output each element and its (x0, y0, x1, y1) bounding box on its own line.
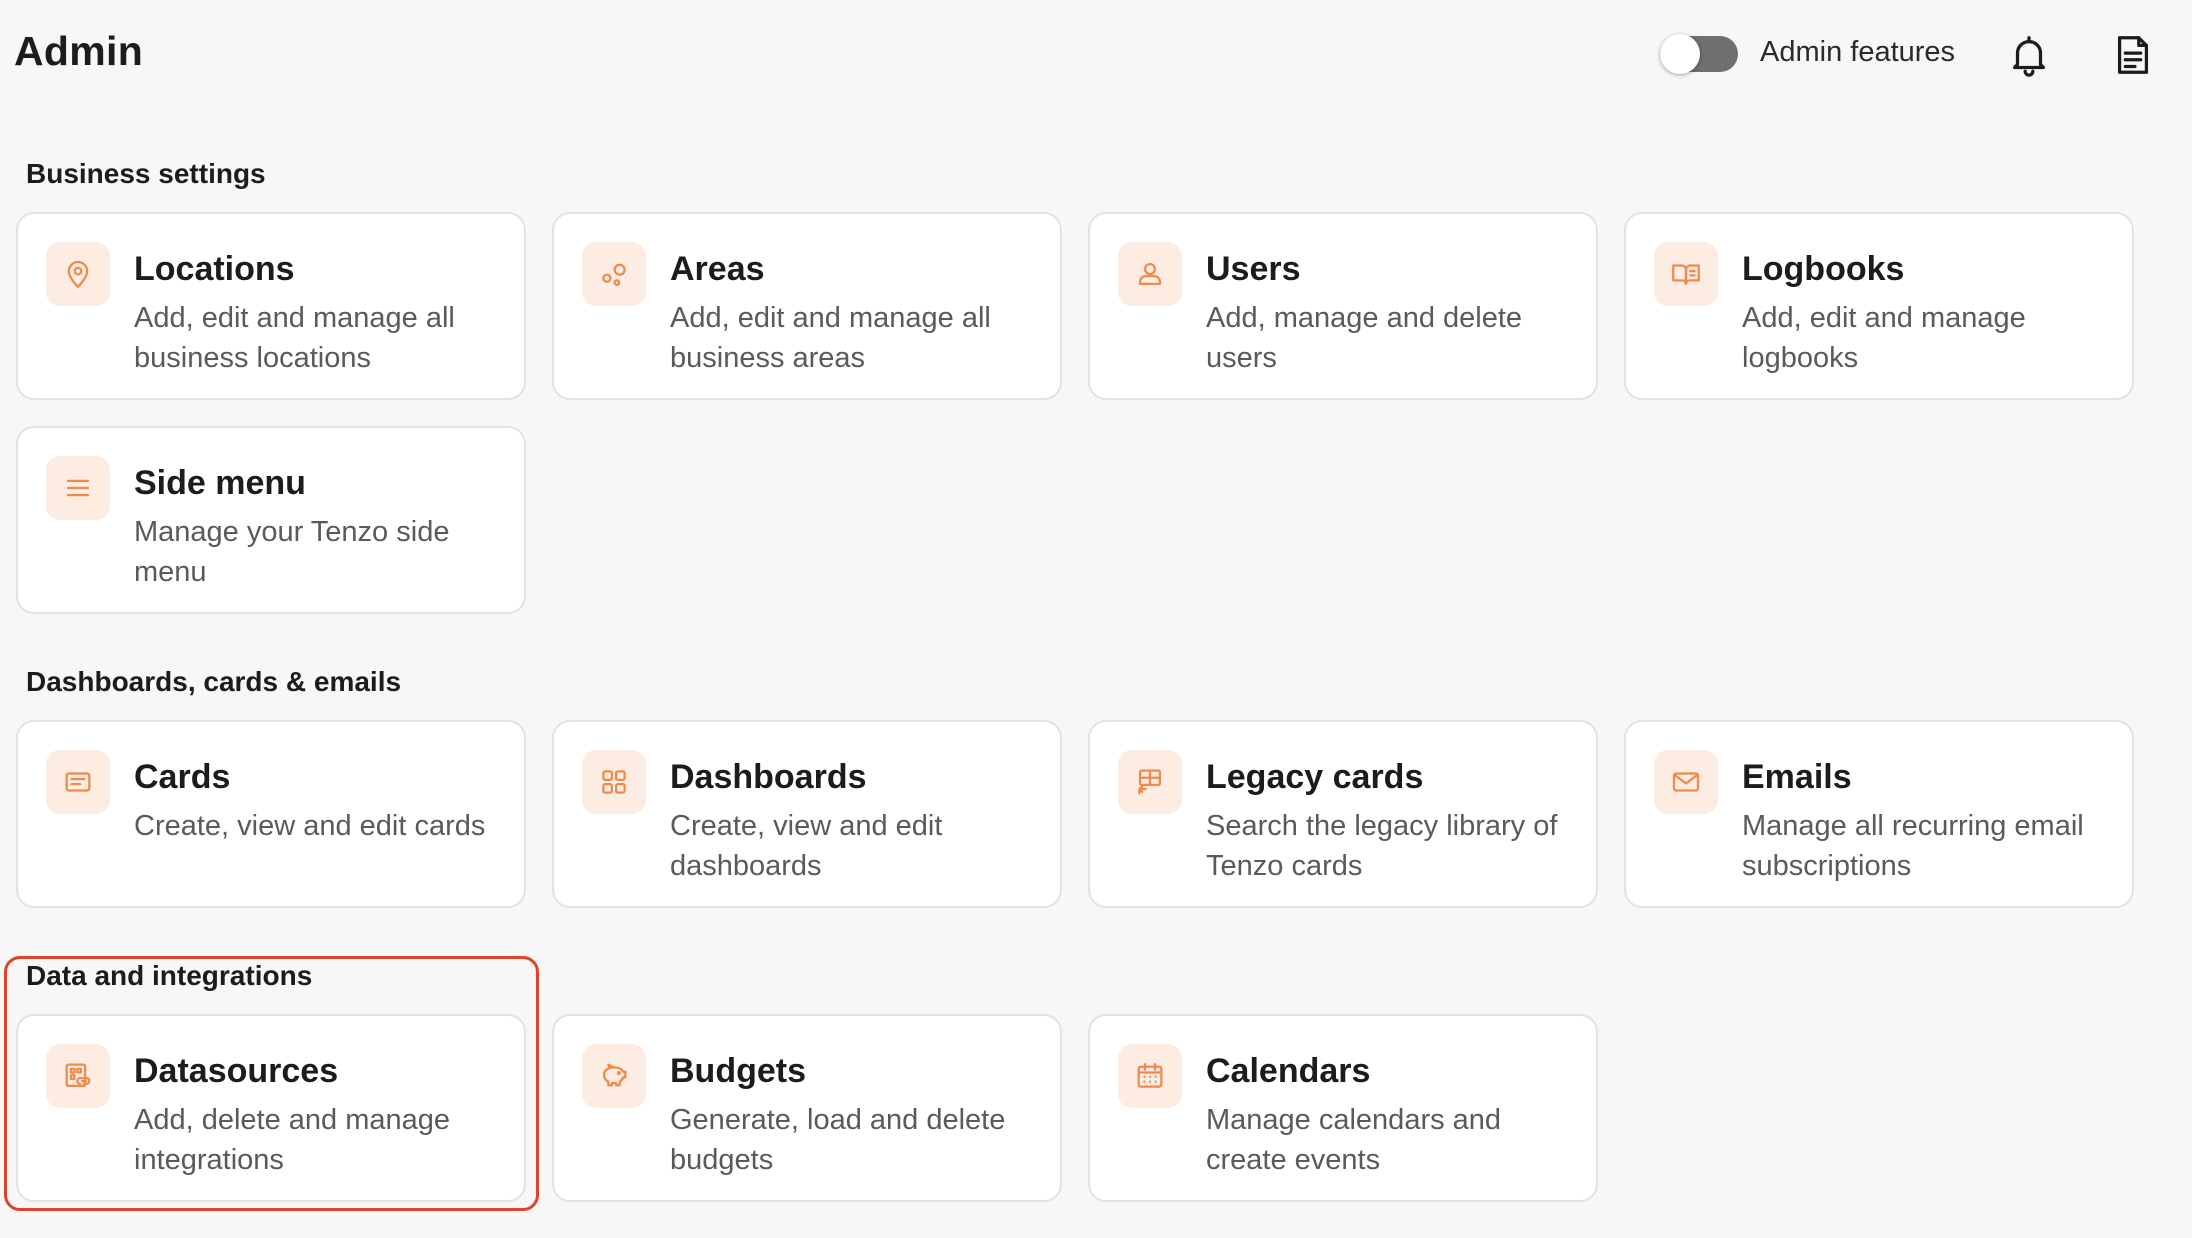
card-logbooks[interactable]: Logbooks Add, edit and manage logbooks (1624, 212, 2134, 400)
card-legacy-cards[interactable]: Legacy cards Search the legacy library o… (1088, 720, 1598, 908)
user-icon (1118, 242, 1182, 306)
card-users[interactable]: Users Add, manage and delete users (1088, 212, 1598, 400)
card-calendars[interactable]: Calendars Manage calendars and create ev… (1088, 1014, 1598, 1202)
card-description: Create, view and edit dashboards (670, 810, 943, 882)
card-dashboards[interactable]: Dashboards Create, view and edit dashboa… (552, 720, 1062, 908)
card-icon (46, 750, 110, 814)
card-title: Cards (134, 758, 231, 796)
card-cards[interactable]: Cards Create, view and edit cards (16, 720, 526, 908)
card-areas[interactable]: Areas Add, edit and manage all business … (552, 212, 1062, 400)
legacy-card-icon (1118, 750, 1182, 814)
menu-icon (46, 456, 110, 520)
card-description: Search the legacy library of Tenzo cards (1206, 810, 1558, 882)
card-description: Add, edit and manage all business locati… (134, 302, 455, 374)
card-title: Locations (134, 250, 295, 288)
card-datasources[interactable]: Datasources Add, delete and manage integ… (16, 1014, 526, 1202)
card-locations[interactable]: Locations Add, edit and manage all busin… (16, 212, 526, 400)
section-title-business-settings: Business settings (26, 158, 266, 189)
card-description: Add, edit and manage logbooks (1742, 302, 2026, 374)
datasource-icon (46, 1044, 110, 1108)
calendar-icon (1118, 1044, 1182, 1108)
card-title: Users (1206, 250, 1301, 288)
card-title: Legacy cards (1206, 758, 1424, 796)
areas-icon (582, 242, 646, 306)
notes-icon[interactable] (2110, 32, 2156, 78)
card-title: Budgets (670, 1052, 806, 1090)
section-title-dashboards-cards-emails: Dashboards, cards & emails (26, 666, 402, 697)
card-description: Generate, load and delete budgets (670, 1104, 1006, 1176)
bell-icon[interactable] (2006, 32, 2052, 78)
page-header: Admin Admin features (0, 0, 2192, 110)
card-description: Manage all recurring email subscriptions (1742, 810, 2084, 882)
card-title: Emails (1742, 758, 1852, 796)
card-title: Logbooks (1742, 250, 1905, 288)
admin-features-label: Admin features (1760, 36, 1956, 68)
card-description: Add, manage and delete users (1206, 302, 1523, 374)
card-emails[interactable]: Emails Manage all recurring email subscr… (1624, 720, 2134, 908)
card-title: Areas (670, 250, 765, 288)
card-description: Add, delete and manage integrations (134, 1104, 451, 1176)
card-title: Dashboards (670, 758, 867, 796)
section-title-data-and-integrations: Data and integrations (26, 960, 313, 991)
location-pin-icon (46, 242, 110, 306)
piggy-bank-icon (582, 1044, 646, 1108)
admin-features-toggle[interactable] (1660, 34, 1738, 74)
card-title: Side menu (134, 464, 306, 502)
grid-icon (582, 750, 646, 814)
book-icon (1654, 242, 1718, 306)
card-description: Manage calendars and create events (1206, 1104, 1502, 1176)
mail-icon (1654, 750, 1718, 814)
card-side-menu[interactable]: Side menu Manage your Tenzo side menu (16, 426, 526, 614)
page-title: Admin (14, 28, 144, 74)
card-title: Calendars (1206, 1052, 1371, 1090)
card-description: Create, view and edit cards (134, 810, 486, 842)
card-description: Manage your Tenzo side menu (134, 516, 450, 588)
toggle-knob (1660, 34, 1700, 74)
card-description: Add, edit and manage all business areas (670, 302, 991, 374)
card-budgets[interactable]: Budgets Generate, load and delete budget… (552, 1014, 1062, 1202)
card-title: Datasources (134, 1052, 339, 1090)
